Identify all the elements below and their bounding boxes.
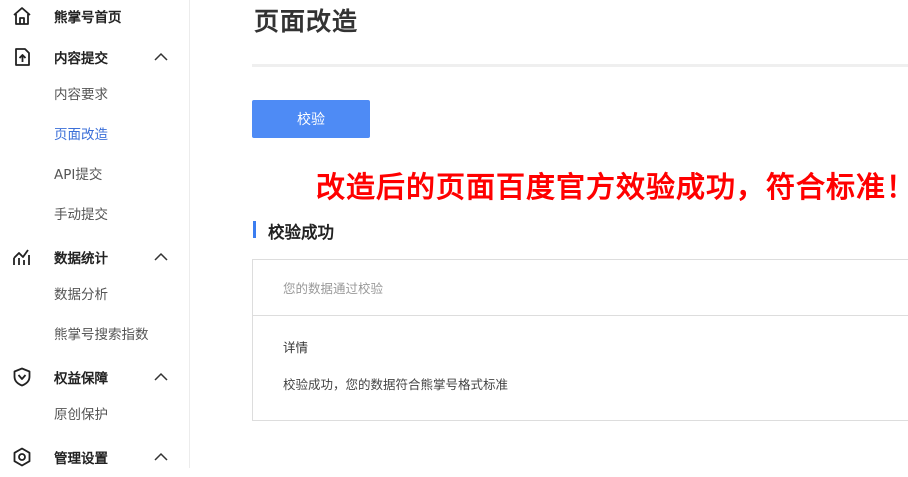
settings-icon: [11, 446, 33, 468]
section-accent-bar: [253, 221, 256, 238]
nav-rights-label: 权益保障: [54, 371, 108, 387]
sidebar-item-search-index[interactable]: 熊掌号搜索指数: [54, 325, 149, 345]
sidebar: 熊掌号首页 内容提交 内容要求 页面改造 API提交 手动提交 数据统计 数据分…: [0, 0, 190, 468]
shield-icon: [11, 366, 33, 388]
chevron-up-icon[interactable]: [153, 250, 169, 264]
home-icon: [11, 5, 33, 27]
upload-file-icon: [11, 46, 33, 68]
nav-content-submit-label: 内容提交: [54, 51, 108, 67]
result-divider: [253, 315, 908, 316]
nav-home-label: 熊掌号首页: [54, 10, 122, 26]
sidebar-item-content-requirements[interactable]: 内容要求: [54, 85, 108, 105]
result-panel: 您的数据通过校验 详情 校验成功，您的数据符合熊掌号格式标准: [252, 259, 908, 421]
page-title: 页面改造: [254, 7, 359, 36]
chevron-up-icon[interactable]: [153, 370, 169, 384]
chevron-up-icon[interactable]: [153, 50, 169, 64]
sidebar-item-data-analysis[interactable]: 数据分析: [54, 285, 108, 305]
detail-label: 详情: [283, 340, 309, 355]
nav-settings-label: 管理设置: [54, 451, 108, 467]
nav-home[interactable]: 熊掌号首页: [0, 0, 189, 36]
sidebar-item-api-submit[interactable]: API提交: [54, 165, 102, 185]
result-summary: 您的数据通过校验: [283, 281, 384, 296]
result-section-title: 校验成功: [268, 223, 334, 242]
title-divider: [252, 64, 908, 67]
nav-data-stats[interactable]: 数据统计: [0, 237, 189, 277]
sidebar-item-manual-submit[interactable]: 手动提交: [54, 205, 108, 225]
nav-rights[interactable]: 权益保障: [0, 357, 189, 397]
sidebar-item-original-protection[interactable]: 原创保护: [54, 405, 108, 425]
verify-button[interactable]: 校验: [252, 100, 370, 138]
nav-data-stats-label: 数据统计: [54, 251, 108, 267]
chevron-up-icon[interactable]: [153, 450, 169, 464]
sidebar-item-page-transform[interactable]: 页面改造: [54, 125, 108, 145]
annotation-text: 改造后的页面百度官方效验成功，符合标准！: [316, 170, 908, 204]
chart-icon: [11, 246, 33, 268]
nav-settings[interactable]: 管理设置: [0, 437, 189, 477]
detail-text: 校验成功，您的数据符合熊掌号格式标准: [283, 377, 509, 392]
nav-content-submit[interactable]: 内容提交: [0, 37, 189, 77]
